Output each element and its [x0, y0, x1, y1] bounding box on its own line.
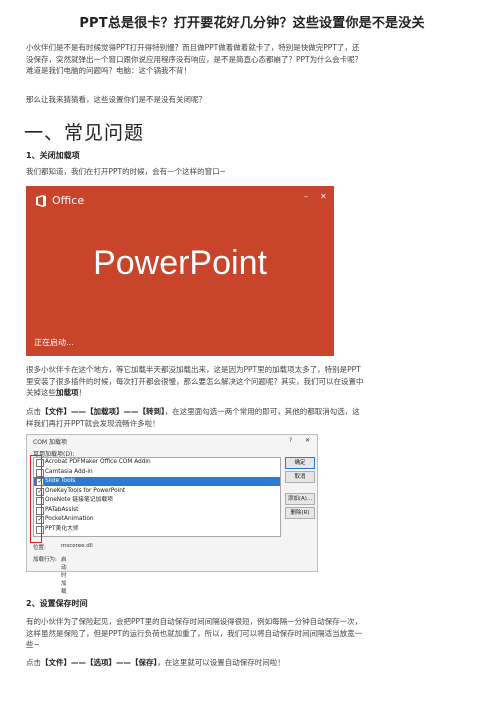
minimize-icon[interactable]: –: [304, 192, 308, 201]
know-paragraph: 我们都知道，我们在打开PPT的时候，会有一个这样的窗口~: [26, 167, 226, 176]
addins-bold: 加载项: [56, 388, 79, 397]
menu-path-2: 【文件】——【选项】——【保存】: [41, 658, 158, 667]
addin-item[interactable]: ✓ PocketAnimation: [34, 515, 280, 524]
behavior-row: 加载行为: 启动时加载: [33, 557, 67, 595]
addin-item[interactable]: ✓ OneKeyTools for PowerPoint: [34, 487, 280, 496]
intro-question: 那么让我来猜猜看，这些设置你们是不是没有关闭呢？: [26, 95, 206, 104]
addins-list[interactable]: Acrobat PDFMaker Office COM Addin Camtasi…: [33, 457, 281, 537]
addin-name: OneNote 链接笔记加载项: [45, 497, 113, 503]
intro-paragraph: 小伙伴们是不是有时候觉得PPT打开得特别慢？而且做PPT做着做着就卡了，特别是快…: [26, 43, 363, 75]
addin-name: PATabAssist: [45, 506, 79, 513]
subheading-close-addins: 1、关闭加载项: [26, 151, 80, 160]
addin-name: Camtasia Add-in: [45, 468, 93, 475]
ok-button[interactable]: 确定: [285, 457, 315, 469]
product-name: PowerPoint: [93, 244, 267, 282]
addin-name: PPT美化大师: [45, 525, 79, 532]
addin-item[interactable]: Acrobat PDFMaker Office COM Addin: [34, 458, 280, 467]
addin-item[interactable]: PATabAssist: [34, 506, 280, 515]
section-heading: 一、常见问题: [24, 122, 145, 144]
addin-name: PocketAnimation: [45, 516, 94, 522]
add-button[interactable]: 添加(A)...: [285, 493, 315, 505]
close-icon[interactable]: ✕: [320, 192, 327, 201]
addin-name: OneKeyTools for PowerPoint: [45, 487, 126, 494]
cancel-button[interactable]: 取消: [285, 471, 315, 483]
checkbox-highlight: [30, 455, 42, 543]
starting-status: 正在启动...: [34, 338, 74, 347]
office-logo-icon: [36, 195, 46, 207]
subheading-autosave: 2、设置保存时间: [26, 599, 88, 608]
com-addins-dialog: COM 加载项 ? ✕ 可用加载项(D): Acrobat PDFMaker O…: [26, 434, 318, 595]
help-icon[interactable]: ?: [289, 437, 292, 444]
addin-item[interactable]: Camtasia Add-in: [34, 468, 280, 477]
click-path-paragraph-2: 点击【文件】——【选项】——【保存】，在这里就可以设置自动保存时间啦！: [26, 658, 285, 667]
addin-item[interactable]: PPT美化大师: [34, 525, 280, 534]
addin-item[interactable]: OneNote 链接笔记加载项: [34, 496, 280, 505]
location-row: 位置: mscoree.dll: [33, 543, 93, 551]
page-title: PPT总是很卡？打开要花好几分钟？这些设置你是不是没关: [79, 16, 425, 31]
office-splash-image: Office – ✕ PowerPoint 正在启动...: [26, 186, 334, 356]
addin-item[interactable]: ✓ Slide Tools: [34, 477, 280, 486]
dialog-close-icon[interactable]: ✕: [305, 437, 310, 444]
menu-path: 【文件】——【加载项】——【转到】: [41, 407, 165, 416]
dialog-title: COM 加载项: [33, 439, 67, 446]
office-brand: Office: [52, 194, 85, 207]
addins-paragraph: 很多小伙伴卡在这个地方，等它加载半天都没加载出来，这是因为PPT里的加载项太多了…: [26, 365, 364, 397]
remove-button[interactable]: 删除(R): [285, 507, 315, 519]
addin-name: Slide Tools: [45, 478, 76, 484]
addin-name: Acrobat PDFMaker Office COM Addin: [45, 459, 151, 465]
click-path-paragraph: 点击【文件】——【加载项】——【转到】，在这里面勾选一两个常用的即可，其他的都取…: [26, 407, 360, 428]
autosave-paragraph: 有的小伙伴为了保险起见，会把PPT里的自动保存时间间隔设得很短，例如每隔一分钟自…: [26, 617, 363, 649]
